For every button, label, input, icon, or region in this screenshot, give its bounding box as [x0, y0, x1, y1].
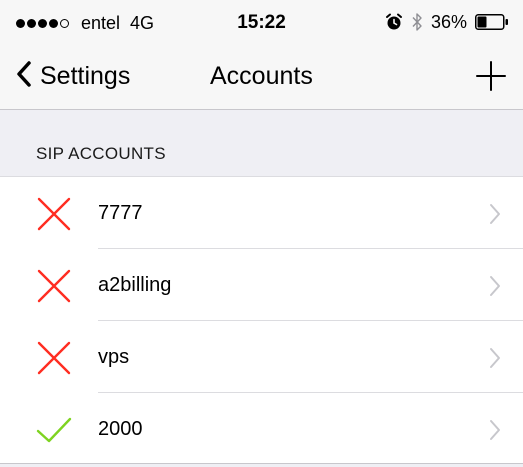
cross-icon: [36, 268, 72, 304]
plus-icon: [471, 56, 511, 96]
battery-icon: [475, 14, 509, 30]
account-name: a2billing: [98, 274, 172, 296]
check-icon: [36, 412, 72, 448]
back-button[interactable]: Settings: [16, 58, 130, 94]
cross-icon: [36, 340, 72, 376]
add-account-button[interactable]: [471, 56, 511, 96]
chevron-right-icon: [489, 419, 501, 441]
alarm-icon: [385, 13, 403, 31]
chevron-left-icon: [16, 60, 32, 93]
chevron-right-icon: [489, 347, 501, 369]
back-button-label: Settings: [40, 61, 131, 90]
cross-icon: [36, 196, 72, 232]
status-bar: entel 4G 15:22 36%: [0, 0, 523, 46]
account-name: vps: [98, 346, 130, 368]
navigation-bar: Settings Accounts: [0, 46, 523, 110]
chevron-right-icon: [489, 203, 501, 225]
account-name: 2000: [98, 418, 143, 440]
list-item[interactable]: 7777: [0, 177, 523, 249]
bluetooth-icon: [411, 12, 423, 32]
section-title: SIP ACCOUNTS: [36, 144, 166, 163]
section-header: SIP ACCOUNTS: [0, 110, 523, 176]
list-item[interactable]: a2billing: [0, 249, 523, 321]
accounts-list: 7777 a2billing vps 2000: [0, 176, 523, 464]
page-title: Accounts: [210, 62, 313, 90]
list-item[interactable]: vps: [0, 321, 523, 393]
chevron-right-icon: [489, 275, 501, 297]
status-right: 36%: [385, 11, 509, 33]
account-name: 7777: [98, 202, 143, 224]
battery-percent: 36%: [430, 12, 467, 32]
list-item[interactable]: 2000: [0, 393, 523, 465]
